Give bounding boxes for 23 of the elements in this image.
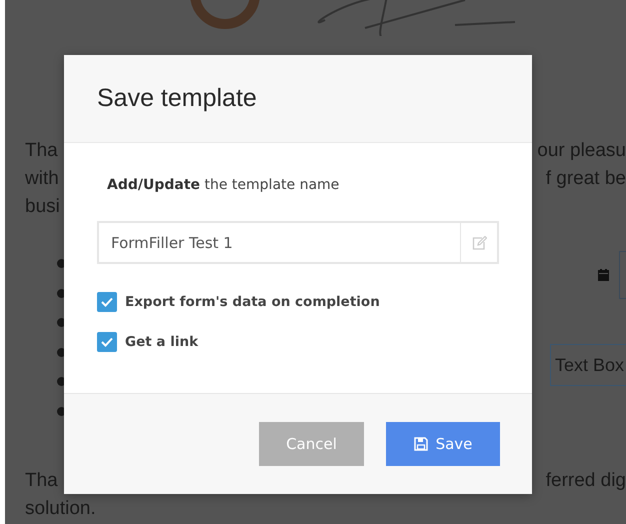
input-field[interactable] (619, 251, 626, 299)
document-text: ferred dig (546, 469, 626, 493)
document-text: Tha (25, 139, 58, 163)
save-button[interactable]: Save (386, 422, 500, 466)
edit-icon (472, 236, 486, 250)
check-icon (101, 297, 113, 307)
template-name-field[interactable]: FormFiller Test 1 (97, 221, 499, 264)
field-label: Add/Update the template name (107, 177, 340, 193)
check-icon (101, 337, 113, 347)
checkbox-label: Export form's data on completion (125, 294, 380, 310)
dialog-title: Save template (97, 84, 257, 113)
checkbox[interactable] (97, 292, 117, 312)
save-icon (414, 437, 428, 451)
document-text: f great be (546, 167, 626, 191)
checkbox-label: Get a link (125, 334, 198, 350)
text-box-field[interactable]: Text Box (550, 344, 626, 386)
document-text: Tha (25, 469, 58, 493)
calendar-icon (598, 269, 609, 281)
document-text: solution. (25, 497, 96, 521)
document-text: with (25, 167, 59, 191)
document-text: our pleasu (537, 139, 626, 163)
checkbox[interactable] (97, 332, 117, 352)
document-text: busi (25, 195, 60, 219)
